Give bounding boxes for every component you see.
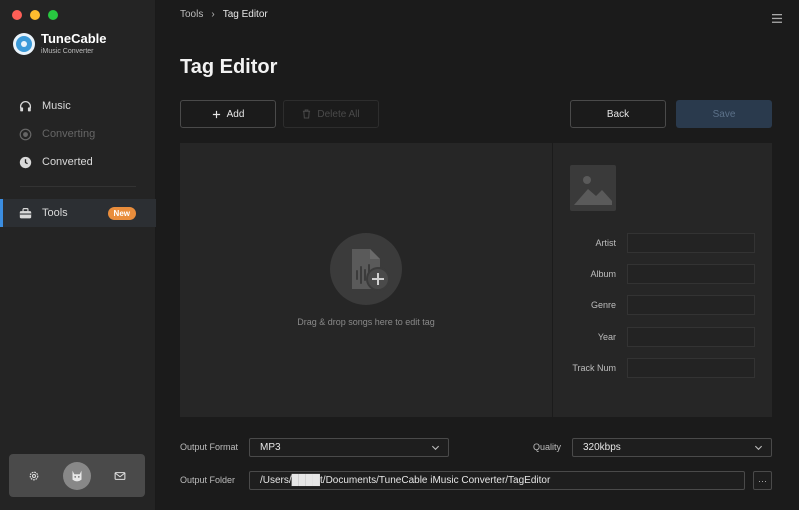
breadcrumb-current: Tag Editor [222,9,268,20]
toolbox-icon [19,207,32,220]
mail-icon[interactable] [113,469,127,483]
drop-zone[interactable]: Drag & drop songs here to edit tag [180,143,552,417]
chevron-down-icon [754,445,763,451]
sidebar-item-tools[interactable]: Tools New [0,199,156,227]
delete-all-button[interactable]: Delete All [283,100,379,128]
page-title: Tag Editor [180,56,278,78]
avatar-icon[interactable] [63,461,91,490]
sidebar-item-label: Converting [42,128,96,140]
output-folder-value: /Users/████t/Documents/TuneCable iMusic … [260,475,551,486]
year-label: Year [597,332,616,342]
trash-icon [303,109,311,119]
converting-icon [19,128,32,141]
tag-row-year: Year [553,327,772,347]
sidebar-nav: Music Converting Converted Tools New [0,92,156,227]
quality-label: Quality [533,442,562,452]
app-logo-icon [13,32,35,55]
tag-row-artist: Artist [553,233,772,253]
album-input[interactable] [627,264,755,284]
artist-input[interactable] [627,233,755,253]
brand: TuneCable iMusic Converter [13,32,107,55]
main-content: Tools › Tag Editor Tag Editor Add Delete… [156,0,799,510]
headphones-icon [19,100,32,113]
brand-name: TuneCable [41,31,107,46]
genre-input[interactable] [627,295,755,315]
add-button-label: Add [226,108,245,120]
hamburger-menu-icon[interactable] [772,10,782,28]
tag-panel: Artist Album Genre Year Track Num [553,143,772,417]
track-num-input[interactable] [627,358,755,378]
back-button-label: Back [606,108,630,120]
tag-row-album: Album [553,264,772,284]
clock-icon [19,156,32,169]
sidebar-bottom-bar [9,454,145,497]
audio-file-add-icon [330,233,402,305]
save-button-label: Save [712,108,736,120]
breadcrumb: Tools › Tag Editor [180,9,268,20]
quality-select[interactable]: 320kbps [572,438,772,457]
sidebar-item-music[interactable]: Music [0,92,156,120]
drop-zone-text: Drag & drop songs here to edit tag [297,317,435,327]
quality-value: 320kbps [583,442,621,453]
sidebar-item-label: Music [42,100,71,112]
plus-icon [212,110,220,118]
save-button[interactable]: Save [676,100,772,128]
sidebar-item-label: Converted [42,156,93,168]
more-icon: ··· [758,475,767,486]
browse-folder-button[interactable]: ··· [753,471,772,490]
artist-label: Artist [595,238,616,248]
breadcrumb-separator: › [211,9,215,20]
album-art-placeholder-icon[interactable] [570,165,616,211]
sidebar-item-converted[interactable]: Converted [0,148,156,176]
chevron-down-icon [431,445,440,451]
minimize-window-button[interactable] [30,10,40,20]
sidebar-item-converting[interactable]: Converting [0,120,156,148]
sidebar: TuneCable iMusic Converter Music Convert… [0,0,156,510]
output-folder-label: Output Folder [180,475,236,485]
gear-icon[interactable] [27,469,41,483]
tag-row-genre: Genre [553,295,772,315]
add-button[interactable]: Add [180,100,276,128]
delete-all-button-label: Delete All [317,108,360,120]
tag-row-track-num: Track Num [553,358,772,378]
sidebar-divider [20,186,136,187]
genre-label: Genre [590,300,616,310]
output-folder-field[interactable]: /Users/████t/Documents/TuneCable iMusic … [249,471,745,490]
year-input[interactable] [627,327,755,347]
output-format-value: MP3 [260,442,281,453]
close-window-button[interactable] [12,10,22,20]
album-label: Album [590,269,616,279]
output-format-select[interactable]: MP3 [249,438,449,457]
track-num-label: Track Num [572,363,616,373]
brand-subtitle: iMusic Converter [41,48,94,55]
maximize-window-button[interactable] [48,10,58,20]
window-controls [12,10,58,20]
output-format-label: Output Format [180,442,239,452]
sidebar-item-label: Tools [42,207,68,219]
breadcrumb-parent[interactable]: Tools [180,9,203,20]
back-button[interactable]: Back [570,100,666,128]
new-badge: New [107,207,136,220]
